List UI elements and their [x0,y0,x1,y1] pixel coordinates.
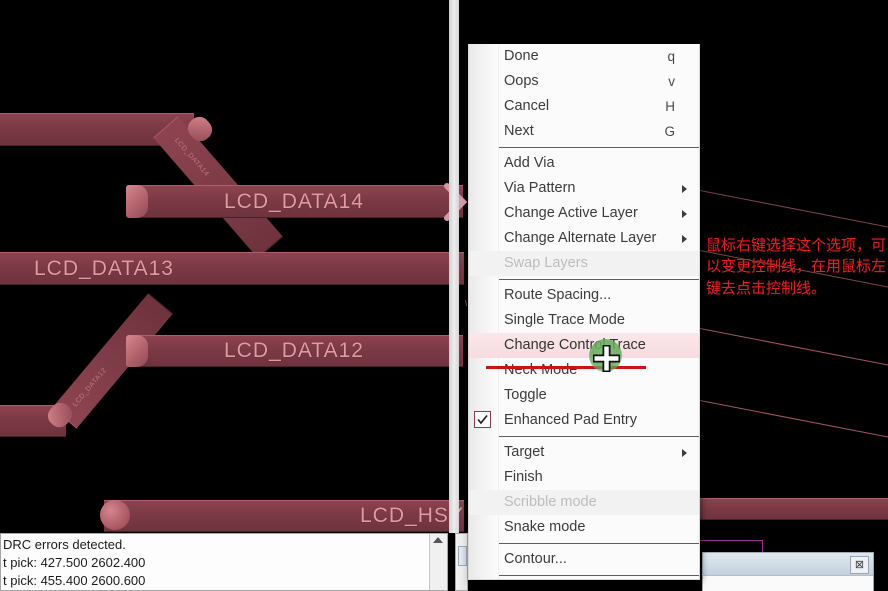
selection-outline [700,540,762,543]
menu-item-label: Enhanced Pad Entry [504,412,638,428]
menu-separator [498,436,699,437]
menu-separator [498,543,699,544]
trace-segment[interactable]: LCD_HSY [104,500,464,532]
menu-item-cancel[interactable]: Cancel H [469,94,699,119]
crosshair-cursor-icon [593,345,620,372]
menu-item-toggle[interactable]: Toggle [469,383,699,408]
trace-endcap [126,185,148,218]
routing-guide-line [699,400,888,440]
trace-label: LCD_DATA13 [34,256,174,280]
submenu-arrow-icon [682,209,687,218]
context-menu-items: Done q Oops v Cancel H Next G Add Via Via Pattern… [469,44,699,576]
menu-item-label: Via Pattern [504,180,576,196]
menu-item-shortcut: v [668,74,675,89]
menu-item-single-trace-mode[interactable]: Single Trace Mode [469,308,699,333]
context-menu[interactable]: Done q Oops v Cancel H Next G Add Via Via Pattern… [468,44,700,580]
scroll-up-arrow-icon[interactable] [433,537,443,543]
menu-separator [498,279,699,280]
diagonal-trace-label: LCD_DATA12 [71,366,109,409]
menu-item-label: Finish [504,469,543,485]
menu-item-done[interactable]: Done q [469,44,699,69]
menu-item-contour[interactable]: Contour... [469,547,699,572]
menu-item-finish[interactable]: Finish [469,465,699,490]
menu-item-label: Toggle [504,387,547,403]
menu-item-target[interactable]: Target [469,440,699,465]
menu-item-shortcut: H [665,99,675,114]
drc-log-scrollbar[interactable] [429,534,447,590]
scrollbar-thumb[interactable] [458,546,467,566]
diagonal-trace-label: LCD_DATA14 [173,136,211,178]
menu-item-shortcut: G [664,124,675,139]
drc-log-line: DRC errors detected. [3,537,126,552]
menu-item-enhanced-pad-entry[interactable]: Enhanced Pad Entry [469,408,699,433]
menu-item-label: Contour... [504,551,567,567]
menu-item-change-control-trace[interactable]: Change Control Trace [469,333,699,358]
menu-item-label: Target [504,444,545,460]
routing-guide-line [699,190,888,230]
menu-item-label: Change Active Layer [504,205,638,221]
mini-window-titlebar[interactable]: ⊠ [703,553,873,576]
trace-endcap [126,335,148,367]
menu-item-label: Add Via [504,155,555,171]
trace-segment[interactable]: LCD_DATA12 [128,335,463,367]
submenu-arrow-icon [682,184,687,193]
menu-item-via-pattern[interactable]: Via Pattern [469,176,699,201]
mini-window[interactable]: ⊠ [702,552,874,591]
menu-item-next[interactable]: Next G [469,119,699,144]
menu-item-route-spacing[interactable]: Route Spacing... [469,283,699,308]
application-window: LCD_DATA14 LCD_DATA14 LCD_DATA13 LCD_DAT… [0,0,888,591]
drc-log-line: t pick: 427.500 2602.400 [3,555,146,570]
menu-item-label: Done [504,48,539,64]
menu-separator [498,575,699,576]
menu-item-label: Cancel [504,98,550,114]
menu-item-label: Scribble mode [504,494,597,510]
menu-separator [498,147,699,148]
trace-segment[interactable]: LCD_DATA13 [0,252,464,285]
menu-item-change-active-layer[interactable]: Change Active Layer [469,201,699,226]
menu-item-snake-mode[interactable]: Snake mode [469,515,699,540]
checkmark-icon[interactable] [474,411,491,428]
trace-segment[interactable]: LCD_DATA14 [128,185,463,218]
trace-segment[interactable] [698,498,888,520]
menu-item-label: Route Spacing... [504,287,612,303]
mini-window-body [703,576,873,591]
red-highlight-stroke [486,366,646,369]
menu-item-label: Single Trace Mode [504,312,625,328]
menu-item-label: Snake mode [504,519,586,535]
chinese-annotation: 鼠标右键选择这个选项，可以变更控制线，在用鼠标左键去点击控制线。 [706,236,887,297]
menu-item-shortcut: q [667,49,675,64]
panel-edge [449,0,459,533]
menu-item-swap-layers: Swap Layers [469,251,699,276]
trace-pad[interactable] [100,500,130,530]
trace-label: LCD_DATA12 [224,339,364,362]
close-icon[interactable]: ⊠ [850,556,869,574]
menu-item-label: Swap Layers [504,255,588,271]
drc-log-panel[interactable]: DRC errors detected. t pick: 427.500 260… [0,533,448,591]
submenu-arrow-icon [682,234,687,243]
menu-item-neck-mode[interactable]: Neck Mode [469,358,699,383]
routing-guide-line [465,300,468,307]
menu-item-oops[interactable]: Oops v [469,69,699,94]
routing-guide-line [699,328,888,368]
menu-item-label: Change Alternate Layer [504,230,657,246]
drc-log-line: t pick: 455.400 2600.600 [3,573,146,588]
secondary-scrollbar[interactable] [455,533,468,591]
submenu-arrow-icon [682,448,687,457]
menu-item-label: Oops [504,73,539,89]
menu-item-scribble-mode: Scribble mode [469,490,699,515]
menu-item-label: Next [504,123,534,139]
trace-label: LCD_DATA14 [224,189,364,213]
menu-item-change-alternate-layer[interactable]: Change Alternate Layer [469,226,699,251]
menu-item-add-via[interactable]: Add Via [469,151,699,176]
